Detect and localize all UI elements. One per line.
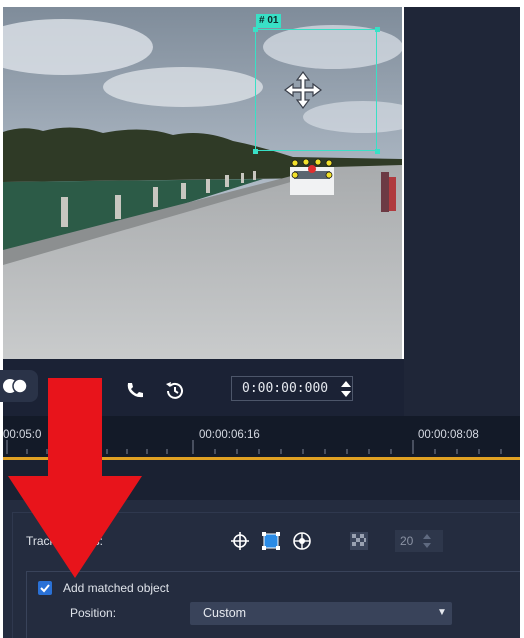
position-dropdown-value: Custom <box>203 606 247 620</box>
track-multipoint-icon[interactable] <box>291 530 313 552</box>
history-icon[interactable] <box>164 380 186 402</box>
timecode-value: 0:00:00:000 <box>242 381 329 396</box>
dropdown-arrow-icon: ▼ <box>437 607 447 618</box>
position-label: Position: <box>70 606 117 620</box>
tracking-points <box>291 158 333 179</box>
move-icon[interactable] <box>283 70 323 110</box>
tracking-box-label: # 01 <box>256 14 282 28</box>
resize-handle-top-right[interactable] <box>375 27 380 32</box>
track-point-icon[interactable] <box>229 530 251 552</box>
ruler-tick-label: 00:00:08:08 <box>418 429 479 441</box>
add-matched-object-label: Add matched object <box>63 581 170 595</box>
add-matched-object-checkbox[interactable] <box>38 581 52 595</box>
mosaic-icon[interactable] <box>348 530 370 552</box>
track-area-icon[interactable] <box>260 530 282 552</box>
resize-handle-bottom-right[interactable] <box>375 149 380 154</box>
timecode-field[interactable]: 0:00:00:000 <box>231 376 353 401</box>
mosaic-size-value: 20 <box>400 534 414 548</box>
resize-handle-bottom-left[interactable] <box>253 149 258 154</box>
timecode-stepper-icon[interactable] <box>340 378 352 400</box>
red-arrow-annotation <box>8 378 142 578</box>
ruler-tick-label: 00:00:06:16 <box>199 429 260 441</box>
resize-handle-top-left[interactable] <box>253 27 258 32</box>
size-stepper-icon[interactable] <box>421 531 433 551</box>
